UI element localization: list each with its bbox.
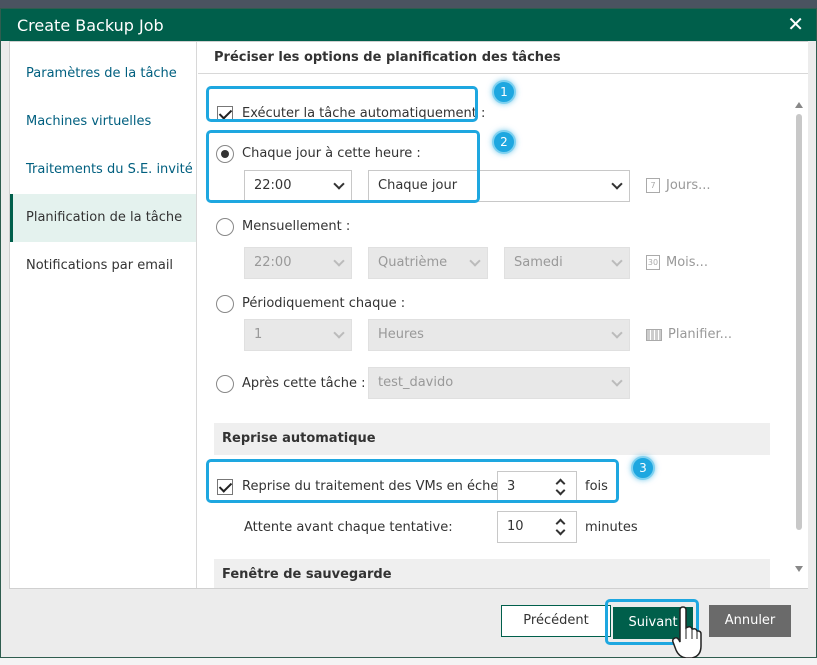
previous-button[interactable]: Précédent — [501, 605, 611, 637]
after-job-value: test_davido — [378, 375, 454, 390]
scroll-down-icon[interactable] — [795, 566, 803, 572]
highlight-box-2 — [206, 130, 480, 203]
hand-cursor-icon — [672, 606, 702, 659]
panel-header: Préciser les options de planification de… — [198, 42, 808, 74]
chevron-down-icon — [333, 327, 345, 339]
monthly-day-select[interactable]: Samedi — [504, 247, 630, 279]
chevron-down-icon[interactable] — [555, 525, 566, 536]
wait-label: Attente avant chaque tentative: — [244, 520, 453, 535]
scroll-thumb[interactable] — [796, 114, 802, 530]
sidebar-item-virtual-machines[interactable]: Machines virtuelles — [10, 98, 196, 146]
chevron-down-icon — [611, 375, 623, 387]
monthly-time-select[interactable]: 22:00 — [244, 247, 352, 279]
monthly-label: Mensuellement : — [242, 219, 351, 234]
highlight-box-1 — [206, 86, 478, 122]
sidebar-item-schedule[interactable]: Planification de la tâche — [10, 194, 196, 242]
periodic-unit-value: Heures — [378, 327, 424, 342]
step-badge-1: 1 — [492, 80, 516, 104]
days-link-label: Jours... — [666, 178, 711, 193]
days-button[interactable]: 7 Jours... — [646, 178, 711, 198]
sidebar-item-job-settings[interactable]: Paramètres de la tâche — [10, 50, 196, 98]
after-job-radio[interactable] — [216, 375, 234, 393]
wait-value: 10 — [507, 519, 524, 534]
highlight-box-3 — [206, 459, 619, 503]
schedule-button[interactable]: Planifier... — [646, 327, 732, 347]
chevron-down-icon — [611, 255, 623, 267]
dialog-body: Paramètres de la tâche Machines virtuell… — [9, 41, 808, 589]
cancel-button[interactable]: Annuler — [709, 605, 791, 637]
after-job-select[interactable]: test_davido — [368, 367, 630, 399]
calendar-icon: 7 — [646, 178, 660, 193]
periodic-count-select[interactable]: 1 — [244, 319, 352, 351]
vertical-scrollbar[interactable] — [794, 98, 804, 588]
monthly-week-value: Quatrième — [378, 255, 448, 270]
retry-section-header: Reprise automatique — [214, 423, 770, 455]
background-strip-bottom — [0, 658, 817, 665]
monthly-time-value: 22:00 — [254, 255, 292, 270]
monthly-radio[interactable] — [216, 218, 234, 236]
chevron-down-icon — [333, 255, 345, 267]
after-job-label: Après cette tâche : — [242, 376, 366, 391]
scroll-up-icon[interactable] — [795, 102, 803, 108]
schedule-link-label: Planifier... — [668, 327, 733, 342]
backup-window-section-header: Fenêtre de sauvegarde — [214, 559, 770, 588]
wait-unit: minutes — [585, 520, 638, 535]
sidebar-item-guest-processing[interactable]: Traitements du S.E. invité — [10, 146, 196, 194]
calendar-icon: 30 — [646, 255, 660, 270]
periodic-count-value: 1 — [254, 327, 263, 342]
periodic-unit-select[interactable]: Heures — [368, 319, 630, 351]
schedule-panel: Préciser les options de planification de… — [198, 42, 808, 588]
dialog-title: Create Backup Job — [17, 16, 164, 35]
periodic-radio[interactable] — [216, 295, 234, 313]
close-icon[interactable]: ✕ — [787, 12, 804, 36]
schedule-grid-icon — [646, 328, 662, 341]
chevron-down-icon — [611, 178, 623, 190]
step-badge-2: 2 — [492, 130, 516, 154]
monthly-day-value: Samedi — [514, 255, 563, 270]
chevron-down-icon — [611, 327, 623, 339]
wizard-steps-sidebar: Paramètres de la tâche Machines virtuell… — [10, 42, 197, 588]
periodic-label: Périodiquement chaque : — [242, 296, 406, 311]
create-backup-job-dialog: Create Backup Job ✕ Paramètres de la tâc… — [0, 8, 817, 658]
months-link-label: Mois... — [666, 255, 708, 270]
background-strip — [0, 0, 817, 8]
title-bar: Create Backup Job ✕ — [1, 9, 816, 41]
sidebar-item-email-notifications[interactable]: Notifications par email — [10, 242, 196, 290]
chevron-down-icon — [469, 255, 481, 267]
step-badge-3: 3 — [631, 456, 655, 480]
wait-stepper[interactable]: 10 — [497, 511, 577, 543]
monthly-week-select[interactable]: Quatrième — [368, 247, 488, 279]
months-button[interactable]: 30 Mois... — [646, 255, 708, 275]
